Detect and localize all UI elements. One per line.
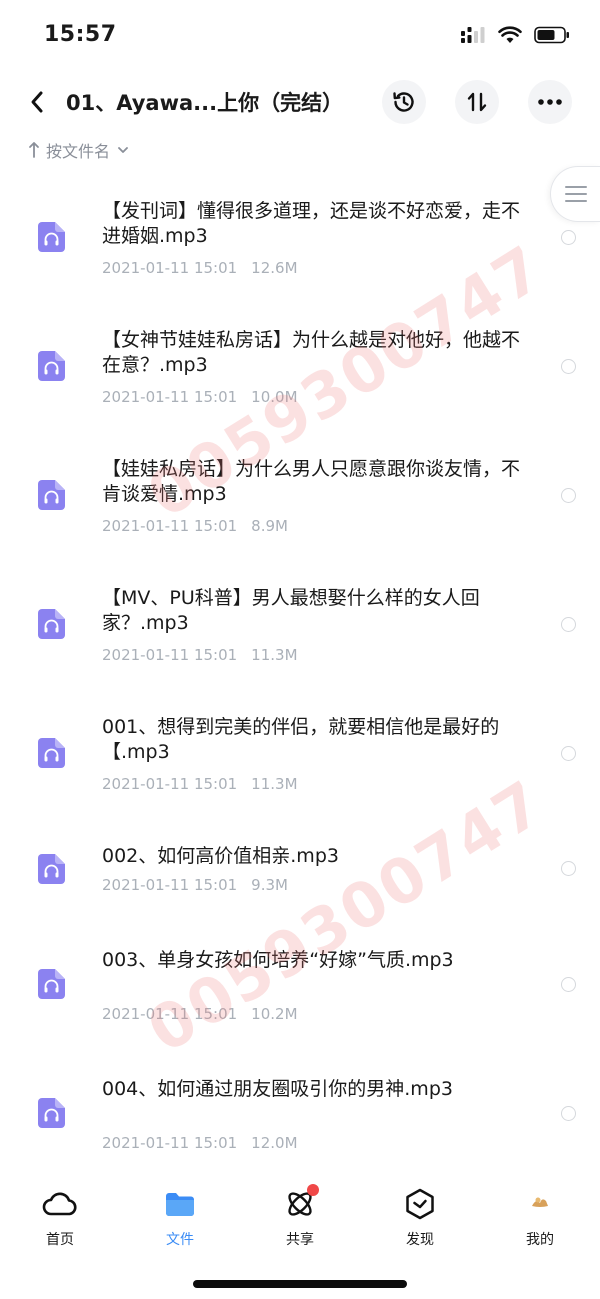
file-name: 004、如何通过朋友圈吸引你的男神.mp3 (102, 1078, 453, 1100)
history-button[interactable] (382, 80, 426, 124)
file-size: 8.9M (251, 517, 288, 535)
file-meta: 2021-01-11 15:01 12.6M (102, 259, 298, 277)
select-radio[interactable] (561, 359, 576, 374)
file-size: 12.0M (251, 1134, 298, 1152)
file-name: 002、如何高价值相亲.mp3 (102, 845, 339, 867)
select-radio[interactable] (561, 746, 576, 761)
tab-mine[interactable]: 我的 (500, 1187, 580, 1249)
tab-share[interactable]: 共享 (260, 1184, 340, 1249)
file-date: 2021-01-11 15:01 (102, 388, 238, 406)
file-row[interactable]: 001、想得到完美的伴侣，就要相信他是最好的【.mp3 2021-01-11 1… (0, 712, 600, 822)
tab-label: 我的 (526, 1232, 554, 1248)
file-row[interactable]: 003、单身女孩如何培养“好嫁”气质.mp3 2021-01-11 15:01 1… (0, 945, 600, 1025)
select-radio[interactable] (561, 617, 576, 632)
tab-home[interactable]: 首页 (20, 1187, 100, 1249)
header-bar: 01、Ayawa...上你（完结） (0, 78, 600, 126)
file-date: 2021-01-11 15:01 (102, 517, 238, 535)
file-size: 9.3M (251, 876, 288, 894)
file-row[interactable]: 【MV、PU科普】男人最想娶什么样的女人回家？.mp3 2021-01-11 1… (0, 583, 600, 693)
arrow-up-icon (29, 142, 39, 158)
folder-icon (162, 1187, 198, 1221)
chevron-down-icon (118, 147, 128, 153)
file-meta: 2021-01-11 15:01 8.9M (102, 517, 288, 535)
audio-file-icon (38, 222, 65, 252)
file-date: 2021-01-11 15:01 (102, 646, 238, 664)
file-meta: 2021-01-11 15:01 11.3M (102, 775, 298, 793)
file-browser-screen: 15:57 01、Ayawa...上你（完结） 按文件名 【发刊词】懂得很多道理… (0, 0, 600, 1299)
file-name: 【发刊词】懂得很多道理，还是谈不好恋爱，走不进婚姻.mp3 (102, 200, 521, 247)
file-meta: 2021-01-11 15:01 11.3M (102, 646, 298, 664)
select-radio[interactable] (561, 230, 576, 245)
cloud-icon (42, 1187, 78, 1221)
file-date: 2021-01-11 15:01 (102, 876, 238, 894)
folder-title: 01、Ayawa...上你（完结） (66, 91, 344, 115)
file-name: 【女神节娃娃私房话】为什么越是对他好，他越不在意？.mp3 (102, 329, 521, 376)
file-name: 001、想得到完美的伴侣，就要相信他是最好的【.mp3 (102, 716, 500, 763)
audio-file-icon (38, 609, 65, 639)
back-button[interactable] (22, 84, 52, 120)
compass-icon (402, 1187, 438, 1221)
file-size: 12.6M (251, 259, 298, 277)
file-row[interactable]: 【娃娃私房话】为什么男人只愿意跟你谈友情，不肯谈爱情.mp3 2021-01-1… (0, 454, 600, 564)
file-date: 2021-01-11 15:01 (102, 259, 238, 277)
history-icon (393, 92, 414, 112)
atom-icon (282, 1184, 319, 1221)
tab-label: 首页 (46, 1232, 74, 1248)
file-date: 2021-01-11 15:01 (102, 775, 238, 793)
file-size: 10.2M (251, 1005, 298, 1023)
more-dots-icon (538, 99, 562, 105)
audio-file-icon (38, 738, 65, 768)
file-row[interactable]: 【女神节娃娃私房话】为什么越是对他好，他越不在意？.mp3 2021-01-11… (0, 325, 600, 435)
status-time: 15:57 (44, 22, 117, 47)
file-name: 003、单身女孩如何培养“好嫁”气质.mp3 (102, 949, 454, 971)
file-meta: 2021-01-11 15:01 10.2M (102, 1005, 298, 1023)
file-meta: 2021-01-11 15:01 9.3M (102, 876, 288, 894)
select-radio[interactable] (561, 861, 576, 876)
file-row[interactable]: 【发刊词】懂得很多道理，还是谈不好恋爱，走不进婚姻.mp3 2021-01-11… (0, 196, 600, 306)
audio-file-icon (38, 969, 65, 999)
file-size: 10.0M (251, 388, 298, 406)
audio-file-icon (38, 480, 65, 510)
audio-file-icon (38, 854, 65, 884)
notification-dot (307, 1184, 319, 1196)
cellular-signal-icon (461, 27, 485, 43)
select-radio[interactable] (561, 1106, 576, 1121)
sort-by-name-selector[interactable]: 按文件名 (28, 138, 130, 162)
file-meta: 2021-01-11 15:01 10.0M (102, 388, 298, 406)
sort-order-button[interactable] (455, 80, 499, 124)
file-row[interactable]: 002、如何高价值相亲.mp3 2021-01-11 15:01 9.3M (0, 841, 600, 901)
sort-arrows-icon (467, 92, 487, 112)
audio-file-icon (38, 1098, 65, 1128)
file-size: 11.3M (251, 646, 298, 664)
status-icons (460, 26, 570, 44)
file-date: 2021-01-11 15:01 (102, 1134, 238, 1152)
file-date: 2021-01-11 15:01 (102, 1005, 238, 1023)
tab-files[interactable]: 文件 (140, 1187, 220, 1249)
select-radio[interactable] (561, 488, 576, 503)
file-name: 【娃娃私房话】为什么男人只愿意跟你谈友情，不肯谈爱情.mp3 (102, 458, 521, 505)
file-meta: 2021-01-11 15:01 12.0M (102, 1134, 298, 1152)
tab-label: 共享 (286, 1232, 314, 1248)
tab-label: 发现 (406, 1232, 434, 1248)
avatar-icon (522, 1187, 558, 1221)
sort-label: 按文件名 (46, 142, 111, 161)
file-size: 11.3M (251, 775, 298, 793)
file-name: 【MV、PU科普】男人最想娶什么样的女人回家？.mp3 (102, 587, 480, 634)
wifi-icon (498, 26, 522, 43)
battery-icon (534, 26, 569, 44)
audio-file-icon (38, 351, 65, 381)
status-bar: 15:57 (0, 0, 600, 72)
tab-discover[interactable]: 发现 (380, 1187, 460, 1249)
select-radio[interactable] (561, 977, 576, 992)
tab-label: 文件 (166, 1232, 194, 1248)
home-indicator (193, 1280, 407, 1288)
file-row[interactable]: 004、如何通过朋友圈吸引你的男神.mp3 2021-01-11 15:01 12… (0, 1074, 600, 1154)
chevron-left-icon (31, 91, 43, 113)
more-options-button[interactable] (528, 80, 572, 124)
